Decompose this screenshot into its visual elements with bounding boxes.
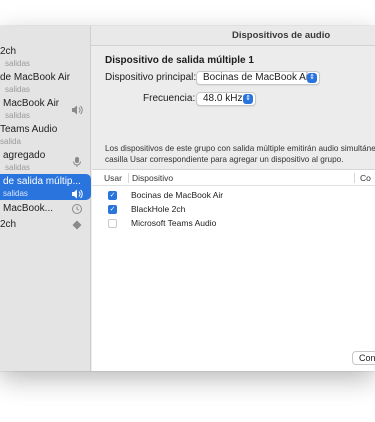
use-checkbox[interactable]: ✓ xyxy=(108,205,117,214)
table-row: ✓ Bocinas de MacBook Air xyxy=(92,189,375,202)
column-divider xyxy=(128,173,129,183)
table-row: ✓ BlackHole 2ch xyxy=(92,203,375,216)
principal-device-value: Bocinas de MacBook Air xyxy=(203,72,312,83)
description-line-2: casilla Usar correspondiente para agrega… xyxy=(105,155,344,164)
speaker-icon xyxy=(71,104,83,116)
column-header-usar[interactable]: Usar xyxy=(104,173,122,183)
sidebar-item-multi-output[interactable]: de salida múltip... salidas xyxy=(0,174,91,200)
device-detail-pane: Dispositivo de salida múltiple 1 Disposi… xyxy=(92,47,375,371)
sidebar-item-sub: salidas xyxy=(3,189,28,198)
sidebar-item-label: MacBook... xyxy=(3,203,54,214)
description-line-1: Los dispositivos de este grupo con salid… xyxy=(105,144,375,153)
table-header: Usar Dispositivo Co xyxy=(92,170,375,186)
devices-table: Usar Dispositivo Co ✓ Bocinas de MacBook… xyxy=(92,169,375,371)
sidebar-item-label: de MacBook Air xyxy=(0,72,71,83)
sidebar-item-label: MacBook Air xyxy=(3,98,60,109)
sidebar-item-label: Teams Audio xyxy=(0,124,58,135)
use-checkbox[interactable] xyxy=(108,219,117,228)
sidebar-item-sub: salidas xyxy=(5,59,30,68)
group-description: Los dispositivos de este grupo con salid… xyxy=(105,143,375,165)
use-checkbox[interactable]: ✓ xyxy=(108,191,117,200)
sidebar-item-sub: salidas xyxy=(5,163,30,172)
configure-button[interactable]: Con xyxy=(352,351,375,365)
speaker-icon xyxy=(71,188,83,200)
principal-label: Dispositivo principal: xyxy=(105,72,197,83)
device-name: Bocinas de MacBook Air xyxy=(131,190,224,200)
frecuencia-label: Frecuencia: xyxy=(143,93,196,104)
diamond-icon xyxy=(71,219,83,231)
chevron-updown-icon: ⇕ xyxy=(307,73,317,83)
sidebar-item-mic-macbook[interactable]: de MacBook Air salidas xyxy=(0,70,91,96)
principal-device-popup[interactable]: Bocinas de MacBook Air ⇕ xyxy=(196,71,320,85)
column-header-corr[interactable]: Co xyxy=(360,173,371,183)
column-header-dispositivo[interactable]: Dispositivo xyxy=(132,173,173,183)
device-sidebar: 2ch salidas de MacBook Air salidas MacBo… xyxy=(0,26,91,371)
sidebar-item-sub: salidas xyxy=(5,111,30,120)
sidebar-item-teams-audio[interactable]: Teams Audio salida xyxy=(0,122,91,148)
sidebar-item-label: de salida múltip... xyxy=(3,176,81,187)
sidebar-item-blackhole-2ch[interactable]: 2ch salidas xyxy=(0,44,91,70)
frecuencia-popup[interactable]: 48.0 kHz ⇕ xyxy=(196,92,256,106)
device-name: Microsoft Teams Audio xyxy=(131,218,217,228)
chevron-updown-icon: ⇕ xyxy=(243,94,253,104)
sidebar-item-sub: salidas xyxy=(5,85,30,94)
sidebar-item-bocinas-macbook[interactable]: MacBook Air salidas xyxy=(0,96,91,122)
sidebar-item-aggregate[interactable]: agregado salidas xyxy=(0,148,91,174)
clock-icon xyxy=(71,203,83,215)
table-row: Microsoft Teams Audio xyxy=(92,217,375,230)
audio-devices-window: Dispositivos de audio 2ch salidas de Mac… xyxy=(0,26,375,371)
device-name: BlackHole 2ch xyxy=(131,204,186,214)
sidebar-item-label: 2ch xyxy=(0,46,17,57)
device-heading: Dispositivo de salida múltiple 1 xyxy=(105,55,254,66)
window-title: Dispositivos de audio xyxy=(232,30,331,41)
microphone-icon xyxy=(71,156,83,168)
sidebar-item-label: 2ch xyxy=(0,219,17,230)
frecuencia-value: 48.0 kHz xyxy=(203,93,243,104)
sidebar-item-2ch-b[interactable]: 2ch xyxy=(0,217,91,243)
sidebar-item-label: agregado xyxy=(3,150,46,161)
column-divider xyxy=(354,173,355,183)
sidebar-item-sub: salida xyxy=(0,137,21,146)
